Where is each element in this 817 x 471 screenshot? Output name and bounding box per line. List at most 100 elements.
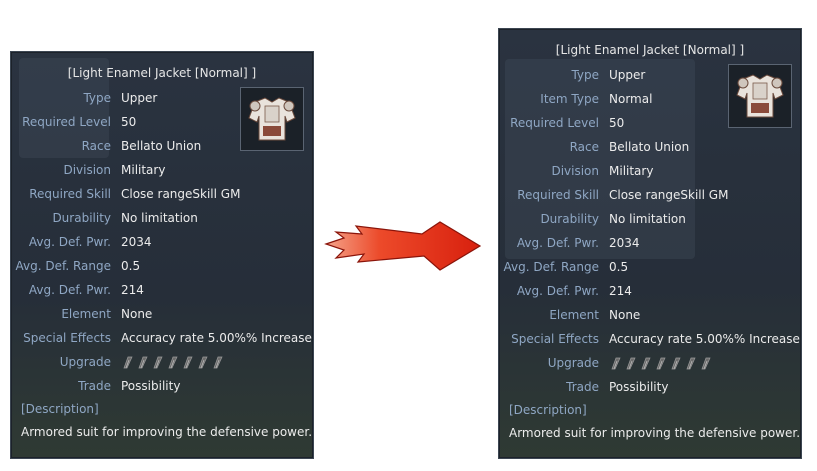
stat-label: Race xyxy=(569,140,599,154)
stat-value: 0.5 xyxy=(121,259,141,273)
stat-row: Durability No limitation xyxy=(11,209,313,227)
stat-value: Military xyxy=(121,163,166,177)
stat-row: Durability No limitation xyxy=(499,210,801,228)
talic-slot-icon xyxy=(626,357,636,370)
stat-value: Bellato Union xyxy=(121,139,202,153)
talic-slot-icon xyxy=(641,357,651,370)
stat-row: Required Level 50 xyxy=(11,113,313,131)
talic-slot-icon xyxy=(198,356,208,369)
talic-slot-icon xyxy=(686,357,696,370)
stat-label: Type xyxy=(83,91,111,105)
background-inventory-ghost xyxy=(505,59,695,259)
upgrade-slots xyxy=(121,355,224,369)
stat-label: Required Skill xyxy=(29,187,111,201)
stat-row: Upgrade xyxy=(499,354,801,372)
stat-label: Avg. Def. Range xyxy=(503,260,600,274)
item-title: [Light Enamel Jacket [Normal] ] xyxy=(67,66,257,80)
stat-row: Avg. Def. Pwr. 2034 xyxy=(499,234,801,252)
talic-slot-icon xyxy=(183,356,193,369)
stat-label: Type xyxy=(571,68,599,82)
stat-value: Military xyxy=(609,164,654,178)
stat-label: Element xyxy=(61,307,111,321)
stat-row: Avg. Def. Range 0.5 xyxy=(11,257,313,275)
description-label: [Description] xyxy=(21,402,99,416)
talic-slot-icon xyxy=(123,356,133,369)
stat-label: Division xyxy=(551,164,599,178)
stat-label: Item Type xyxy=(540,92,599,106)
stat-label: Special Effects xyxy=(511,332,599,346)
description-text: Armored suit for improving the defensive… xyxy=(509,426,801,440)
stat-row: Avg. Def. Pwr. 214 xyxy=(11,281,313,299)
stat-value: 50 xyxy=(121,115,137,129)
stat-row: Required Skill Close rangeSkill GM xyxy=(11,185,313,203)
talic-slot-icon xyxy=(168,356,178,369)
stat-value: Close rangeSkill GM xyxy=(609,188,729,202)
stat-label: Special Effects xyxy=(23,331,111,345)
stat-label: Trade xyxy=(78,379,111,393)
stat-row: Required Level 50 xyxy=(499,114,801,132)
stat-label: Element xyxy=(549,308,599,322)
description-text: Armored suit for improving the defensive… xyxy=(21,425,313,439)
stat-value: Close rangeSkill GM xyxy=(121,187,241,201)
stat-value: Possibility xyxy=(609,380,669,394)
stat-value: Normal xyxy=(609,92,653,106)
stat-label: Avg. Def. Pwr. xyxy=(516,236,599,250)
talic-slot-icon xyxy=(138,356,148,369)
stat-label: Required Level xyxy=(22,115,111,129)
description-label: [Description] xyxy=(509,403,587,417)
stat-value: 0.5 xyxy=(609,260,629,274)
stat-row: Upgrade xyxy=(11,353,313,371)
stat-label: Avg. Def. Pwr. xyxy=(516,284,599,298)
stat-value: No limitation xyxy=(121,211,198,225)
stat-value: Upper xyxy=(609,68,646,82)
item-tooltip-left: [Light Enamel Jacket [Normal] ] Type Uppe… xyxy=(10,51,314,459)
stat-label: Avg. Def. Range xyxy=(15,259,112,273)
stat-row: Trade Possibility xyxy=(499,378,801,396)
stat-row: Special Effects Accuracy rate 5.00%% Incr… xyxy=(499,330,801,348)
talic-slot-icon xyxy=(671,357,681,370)
stat-row: Division Military xyxy=(11,161,313,179)
talic-slot-icon xyxy=(153,356,163,369)
stat-value: 214 xyxy=(121,283,144,297)
stat-label: Trade xyxy=(566,380,599,394)
stat-label: Durability xyxy=(540,212,599,226)
stat-value: Bellato Union xyxy=(609,140,690,154)
item-title: [Light Enamel Jacket [Normal] ] xyxy=(555,43,745,57)
stat-value: Accuracy rate 5.00%% Increase xyxy=(609,332,800,346)
stat-label: Race xyxy=(81,139,111,153)
stat-row: Type Upper xyxy=(499,66,801,84)
stat-row: Avg. Def. Range 0.5 xyxy=(499,258,801,276)
stat-value: Accuracy rate 5.00%% Increase xyxy=(121,331,312,345)
stat-value: 214 xyxy=(609,284,632,298)
talic-slot-icon xyxy=(213,356,223,369)
stat-row: Avg. Def. Pwr. 2034 xyxy=(11,233,313,251)
stat-row: Race Bellato Union xyxy=(11,137,313,155)
stat-label: Avg. Def. Pwr. xyxy=(28,283,111,297)
stat-label: Required Skill xyxy=(517,188,599,202)
stat-row: Avg. Def. Pwr. 214 xyxy=(499,282,801,300)
stat-value: Possibility xyxy=(121,379,181,393)
stat-value: 2034 xyxy=(121,235,152,249)
stat-row: Element None xyxy=(499,306,801,324)
stat-row: Division Military xyxy=(499,162,801,180)
item-tooltip-right: [Light Enamel Jacket [Normal] ] Type Uppe… xyxy=(498,28,802,459)
stat-row: Special Effects Accuracy rate 5.00%% Incr… xyxy=(11,329,313,347)
stat-row: Type Upper xyxy=(11,89,313,107)
stat-label: Required Level xyxy=(510,116,599,130)
stat-value: None xyxy=(121,307,153,321)
stat-value: Upper xyxy=(121,91,158,105)
talic-slot-icon xyxy=(611,357,621,370)
stat-value: 50 xyxy=(609,116,625,130)
stat-value: No limitation xyxy=(609,212,686,226)
stat-row: Element None xyxy=(11,305,313,323)
stat-row: Item Type Normal xyxy=(499,90,801,108)
stat-value: 2034 xyxy=(609,236,640,250)
stat-label: Avg. Def. Pwr. xyxy=(28,235,111,249)
talic-slot-icon xyxy=(656,357,666,370)
talic-slot-icon xyxy=(701,357,711,370)
stat-value: None xyxy=(609,308,641,322)
stat-label: Upgrade xyxy=(547,356,599,370)
stat-label: Upgrade xyxy=(59,355,111,369)
red-arrow-icon xyxy=(324,221,482,271)
stat-row: Trade Possibility xyxy=(11,377,313,395)
